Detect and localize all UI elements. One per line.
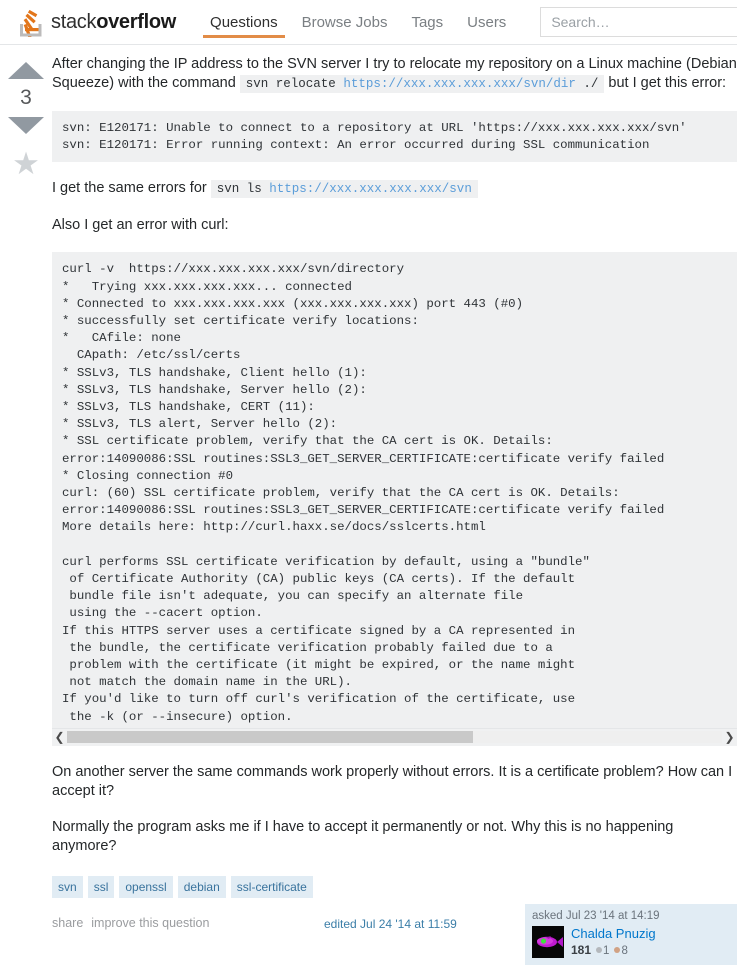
vote-count: 3 [20, 86, 32, 109]
scrollbar-thumb[interactable] [67, 731, 474, 744]
user-name-link[interactable]: Chalda Pnuzig [571, 926, 656, 941]
silver-badge-icon [596, 946, 603, 953]
scrollbar-track[interactable] [67, 731, 722, 744]
bronze-badge-icon [614, 946, 621, 953]
paragraph-same-errors-text: I get the same errors for [52, 180, 207, 197]
silver-badge-count: 1 [603, 944, 610, 957]
paragraph-normally: Normally the program asks me if I have t… [52, 818, 674, 854]
tag-svn[interactable]: svn [52, 875, 83, 898]
inline-code-url-2: https://xxx.xxx.xxx.xxx/svn [269, 182, 472, 197]
user-avatar-fish-image[interactable] [532, 925, 564, 958]
user-reputation: 181 [571, 942, 592, 957]
code-block-curl-output: curl -v https://xxx.xxx.xxx.xxx/svn/dire… [52, 252, 737, 728]
post-body: After changing the IP address to the SVN… [52, 54, 737, 971]
paragraph-intro-text-b: but I get this error: [608, 75, 727, 91]
main-nav-links: Questions Browse Jobs Tags Users [198, 0, 518, 45]
paragraph-curl-error: Also I get an error with curl: [52, 217, 229, 234]
chevron-right-icon[interactable]: ❯ [722, 731, 737, 743]
tag-openssl[interactable]: openssl [119, 875, 173, 898]
user-info: Chalda Pnuzig 181 1 8 [571, 926, 656, 958]
star-icon[interactable]: ★ [12, 148, 40, 179]
code-block-horizontal-scrollbar[interactable]: ❮ ❯ [52, 727, 737, 746]
tag-debian[interactable]: debian [177, 875, 226, 898]
nav-item-browse-jobs[interactable]: Browse Jobs [290, 0, 400, 45]
bronze-badge-count: 8 [621, 944, 628, 957]
search-input[interactable] [540, 7, 737, 37]
vote-up-arrow-icon[interactable] [8, 62, 44, 79]
top-navigation-bar: stackoverflow Questions Browse Jobs Tags… [0, 0, 737, 45]
code-block-svn-error: svn: E120171: Unable to connect to a rep… [52, 111, 737, 163]
tag-ssl-certificate[interactable]: ssl-certificate [230, 875, 313, 898]
asked-timestamp: asked Jul 23 '14 at 14:19 [532, 909, 660, 922]
question-post: 3 ★ After changing the IP address to the… [0, 45, 737, 971]
vote-column: 3 ★ [0, 54, 52, 971]
stack-overflow-logo-icon [18, 7, 44, 39]
chevron-left-icon[interactable]: ❮ [52, 731, 67, 743]
inline-code-svn-ls: svn ls https://xxx.xxx.xxx.xxx/svn [210, 180, 478, 199]
logo-text-light: stack [51, 10, 97, 33]
paragraph-same-errors: I get the same errors for svn ls https:/… [52, 179, 737, 199]
logo-wordmark: stackoverflow [51, 11, 176, 34]
post-footer: share improve this question edited Jul 2… [52, 903, 737, 971]
vote-down-arrow-icon[interactable] [8, 117, 44, 134]
paragraph-intro: After changing the IP address to the SVN… [52, 55, 737, 94]
tag-ssl[interactable]: ssl [87, 875, 115, 898]
share-link[interactable]: share [52, 916, 83, 930]
tag-list: svn ssl openssl debian ssl-certificate [52, 875, 737, 898]
user-card-row: Chalda Pnuzig 181 1 8 [532, 925, 730, 958]
inline-code-command-2: svn ls [216, 182, 270, 197]
site-logo[interactable]: stackoverflow [18, 7, 176, 39]
user-reputation-and-badges: 181 1 8 [571, 943, 656, 958]
paragraph-other-server: On another server the same commands work… [52, 763, 733, 799]
inline-code-tail: ./ [575, 77, 599, 91]
nav-item-users[interactable]: Users [455, 0, 518, 45]
inline-code-svn-relocate: svn relocate https://xxx.xxx.xxx.xxx/svn… [239, 75, 605, 93]
nav-item-questions[interactable]: Questions [198, 0, 290, 45]
improve-question-link[interactable]: improve this question [91, 916, 209, 930]
asker-user-card: asked Jul 23 '14 at 14:19 Chalda Pnuzig … [525, 903, 737, 965]
logo-text-bold: overflow [96, 10, 177, 33]
post-actions: share improve this question [52, 912, 209, 930]
nav-item-tags[interactable]: Tags [399, 0, 455, 45]
edited-timestamp-link[interactable]: edited Jul 24 '14 at 11:59 [324, 917, 457, 931]
edited-timestamp: edited Jul 24 '14 at 11:59 [324, 917, 457, 931]
inline-code-url: https://xxx.xxx.xxx.xxx/svn/dir [343, 77, 576, 91]
inline-code-command: svn relocate [245, 77, 344, 91]
